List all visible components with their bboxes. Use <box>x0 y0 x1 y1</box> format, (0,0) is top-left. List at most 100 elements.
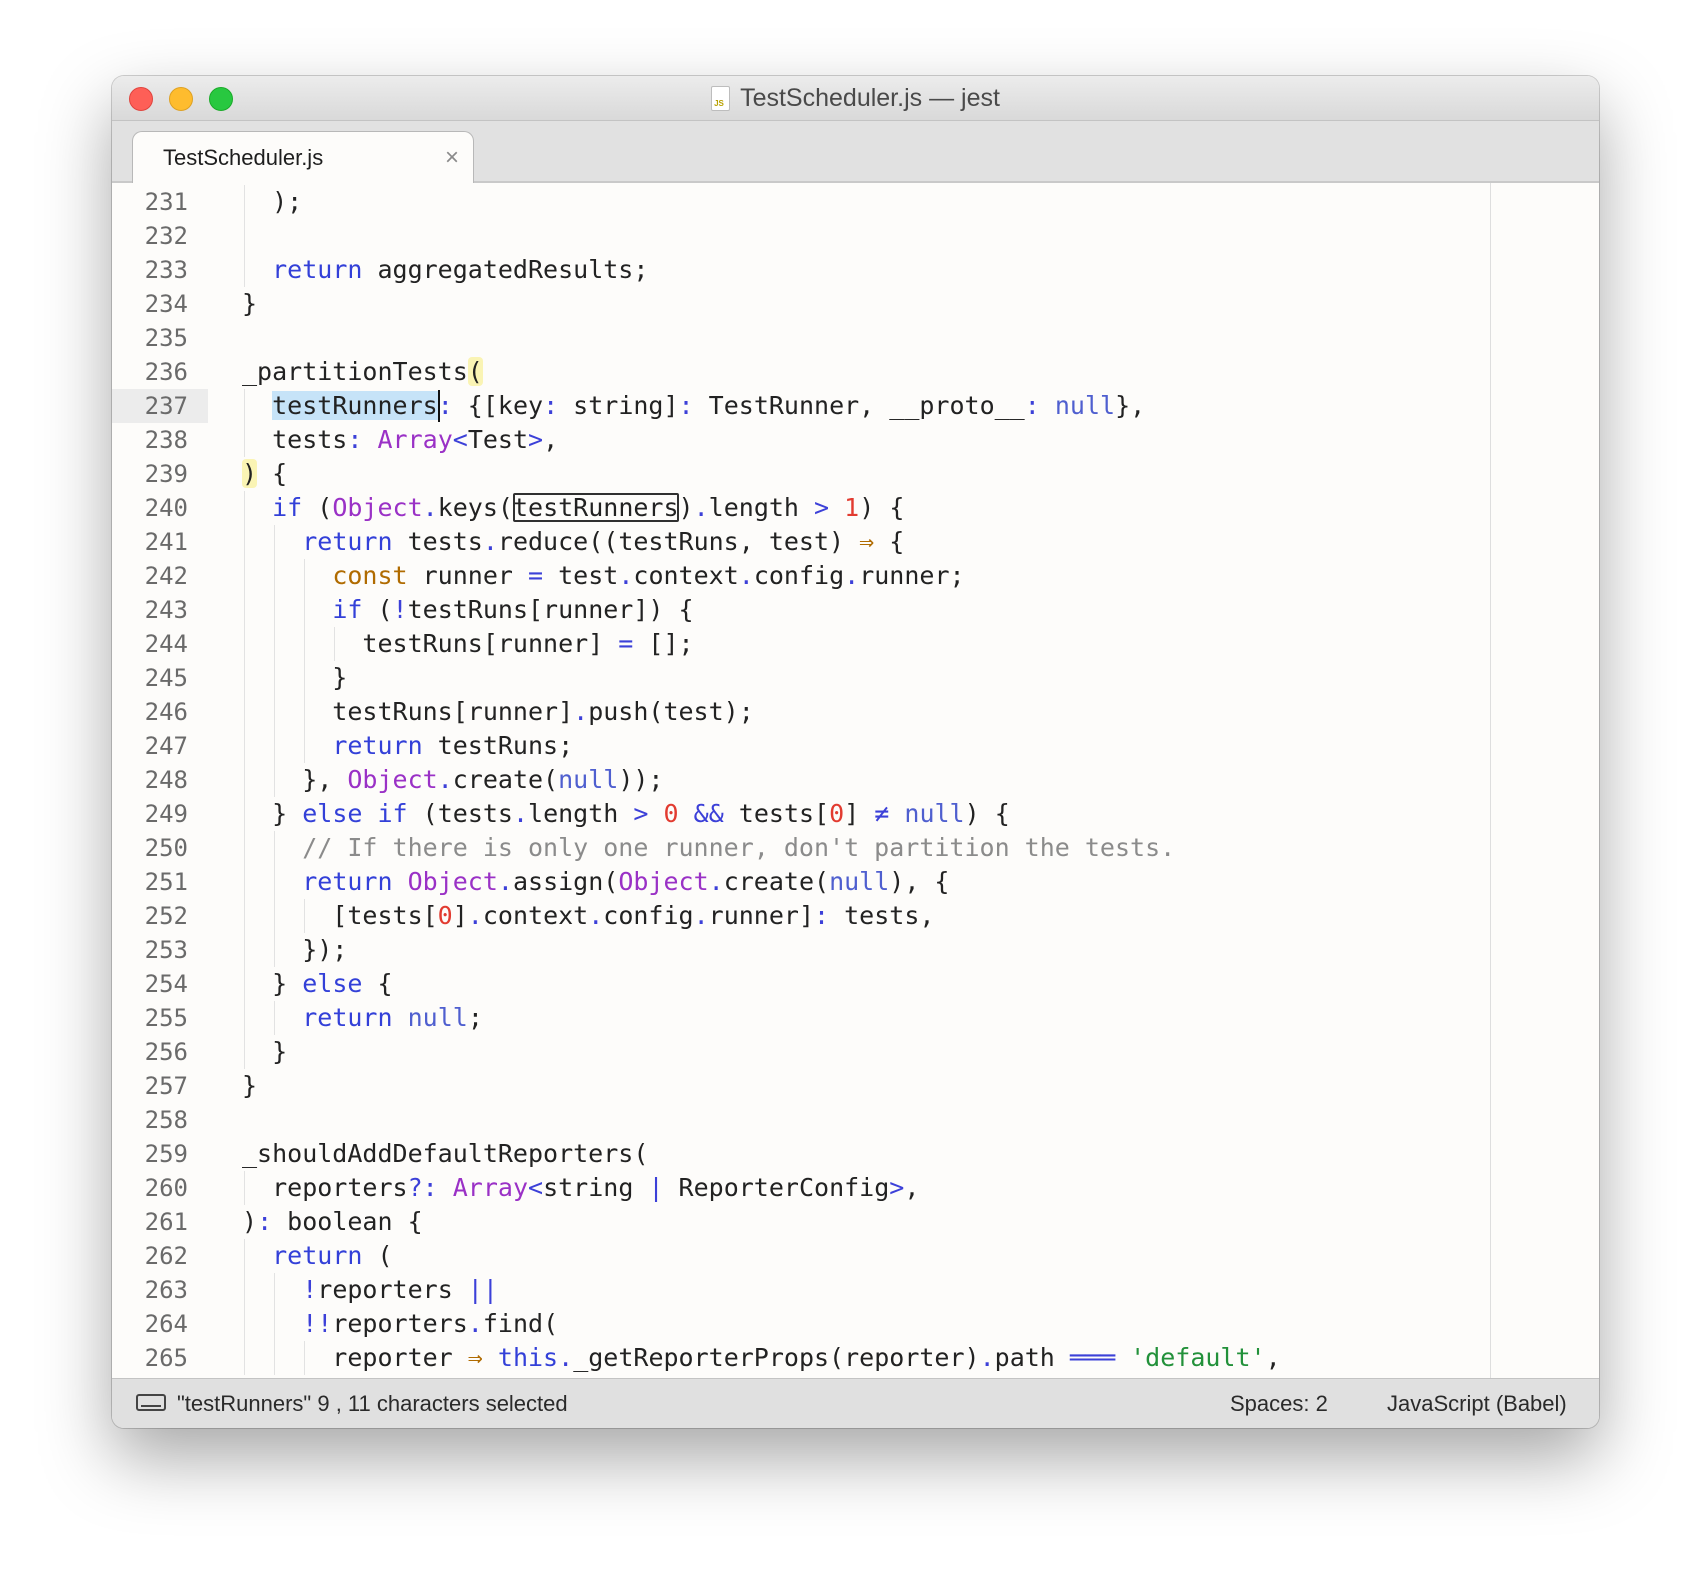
code-line[interactable]: 245 } <box>112 661 1599 695</box>
code-line[interactable]: 242 const runner = test.context.config.r… <box>112 559 1599 593</box>
code-text[interactable]: testRunners: {[key: string]: TestRunner,… <box>242 389 1145 423</box>
code-text[interactable]: testRuns[runner] = []; <box>242 627 693 661</box>
line-number: 254 <box>144 970 188 998</box>
code-text[interactable]: _partitionTests( <box>242 355 483 389</box>
code-text[interactable]: } <box>242 1035 287 1069</box>
code-line[interactable]: 262 return ( <box>112 1239 1599 1273</box>
title-bar[interactable]: JS TestScheduler.js — jest <box>112 76 1599 121</box>
line-number: 262 <box>144 1242 188 1270</box>
code-line[interactable]: 241 return tests.reduce((testRuns, test)… <box>112 525 1599 559</box>
code-line[interactable]: 260 reporters?: Array<string | ReporterC… <box>112 1171 1599 1205</box>
code-text[interactable]: !!reporters.find( <box>242 1307 558 1341</box>
code-line[interactable]: 240 if (Object.keys(testRunners).length … <box>112 491 1599 525</box>
text-cursor <box>437 390 440 422</box>
code-line[interactable]: 250 // If there is only one runner, don'… <box>112 831 1599 865</box>
other-occurrence: testRunners <box>512 493 679 522</box>
code-line[interactable]: 263 !reporters || <box>112 1273 1599 1307</box>
code-line[interactable]: 257} <box>112 1069 1599 1103</box>
code-line[interactable]: 237 testRunners: {[key: string]: TestRun… <box>112 389 1599 423</box>
code-text[interactable]: return testRuns; <box>242 729 573 763</box>
line-number: 241 <box>144 528 188 556</box>
indent-guide <box>304 899 306 933</box>
code-text[interactable]: if (!testRuns[runner]) { <box>242 593 693 627</box>
code-text[interactable]: return tests.reduce((testRuns, test) ⇒ { <box>242 525 904 559</box>
code-line[interactable]: 254 } else { <box>112 967 1599 1001</box>
code-line[interactable]: 253 }); <box>112 933 1599 967</box>
code-text[interactable]: _shouldAddDefaultReporters( <box>242 1137 648 1171</box>
code-line[interactable]: 249 } else if (tests.length > 0 && tests… <box>112 797 1599 831</box>
code-text[interactable]: } else if (tests.length > 0 && tests[0] … <box>242 797 1010 831</box>
code-line[interactable]: 256 } <box>112 1035 1599 1069</box>
line-number: 249 <box>144 800 188 828</box>
code-text[interactable]: testRuns[runner].push(test); <box>242 695 753 729</box>
indentation-selector[interactable]: Spaces: 2 <box>1230 1391 1328 1417</box>
line-number: 231 <box>144 188 188 216</box>
code-line[interactable]: 255 return null; <box>112 1001 1599 1035</box>
syntax-selector[interactable]: JavaScript (Babel) <box>1387 1391 1567 1417</box>
code-text[interactable]: return ( <box>242 1239 392 1273</box>
code-text[interactable]: reporter ⇒ this._getReporterProps(report… <box>242 1341 1280 1375</box>
code-line[interactable]: 252 [tests[0].context.config.runner]: te… <box>112 899 1599 933</box>
line-number: 256 <box>144 1038 188 1066</box>
code-text[interactable]: if (Object.keys(testRunners).length > 1)… <box>242 491 904 525</box>
code-line[interactable]: 238 tests: Array<Test>, <box>112 423 1599 457</box>
code-line[interactable]: 234} <box>112 287 1599 321</box>
code-text[interactable]: !reporters || <box>242 1273 498 1307</box>
code-text[interactable]: } <box>242 661 347 695</box>
indent-guide <box>244 185 245 287</box>
indent-guide <box>304 1341 306 1375</box>
line-number: 251 <box>144 868 188 896</box>
code-line[interactable]: 235 <box>112 321 1599 355</box>
code-text[interactable]: }); <box>242 933 347 967</box>
code-text[interactable]: }, Object.create(null)); <box>242 763 663 797</box>
selected-text: testRunners <box>272 391 438 420</box>
code-line[interactable]: 248 }, Object.create(null)); <box>112 763 1599 797</box>
code-text[interactable]: // If there is only one runner, don't pa… <box>242 831 1175 865</box>
code-text[interactable]: return Object.assign(Object.create(null)… <box>242 865 949 899</box>
code-text[interactable]: ): boolean { <box>242 1205 423 1239</box>
code-line[interactable]: 239 ) { <box>112 457 1599 491</box>
indent-guide <box>244 1239 245 1375</box>
line-number: 234 <box>144 290 188 318</box>
code-text[interactable]: } <box>242 1069 257 1103</box>
line-number: 257 <box>144 1072 188 1100</box>
code-text[interactable]: ) { <box>242 457 287 491</box>
code-line[interactable]: 247 return testRuns; <box>112 729 1599 763</box>
code-text[interactable]: } else { <box>242 967 392 1001</box>
tab-bar: TestScheduler.js × <box>112 121 1599 184</box>
code-text[interactable]: return aggregatedResults; <box>242 253 648 287</box>
line-number: 236 <box>144 358 188 386</box>
tab-testscheduler[interactable]: TestScheduler.js × <box>132 131 474 184</box>
code-line[interactable]: 265 reporter ⇒ this._getReporterProps(re… <box>112 1341 1599 1375</box>
code-line[interactable]: 236 _partitionTests( <box>112 355 1599 389</box>
code-line[interactable]: 246 testRuns[runner].push(test); <box>112 695 1599 729</box>
code-line[interactable]: 264 !!reporters.find( <box>112 1307 1599 1341</box>
code-line[interactable]: 259 _shouldAddDefaultReporters( <box>112 1137 1599 1171</box>
code-text[interactable]: tests: Array<Test>, <box>242 423 558 457</box>
code-line[interactable]: 231 ); <box>112 185 1599 219</box>
code-text[interactable]: [tests[0].context.config.runner]: tests, <box>242 899 934 933</box>
code-text[interactable]: reporters?: Array<string | ReporterConfi… <box>242 1171 919 1205</box>
window-title: JS TestScheduler.js — jest <box>112 76 1599 120</box>
line-number: 232 <box>144 222 188 250</box>
code-text[interactable]: ); <box>242 185 302 219</box>
code-line[interactable]: 233 return aggregatedResults; <box>112 253 1599 287</box>
code-line[interactable]: 261): boolean { <box>112 1205 1599 1239</box>
indent-guide <box>274 831 276 967</box>
code-text[interactable]: const runner = test.context.config.runne… <box>242 559 964 593</box>
code-editor[interactable]: 231 ); 232 233 return aggregatedResults; 23… <box>112 183 1599 1379</box>
code-text[interactable]: } <box>242 287 257 321</box>
line-number: 263 <box>144 1276 188 1304</box>
code-line[interactable]: 232 <box>112 219 1599 253</box>
code-line[interactable]: 243 if (!testRuns[runner]) { <box>112 593 1599 627</box>
line-number: 243 <box>144 596 188 624</box>
line-number: 245 <box>144 664 188 692</box>
close-tab-icon[interactable]: × <box>445 144 459 172</box>
line-number: 240 <box>144 494 188 522</box>
code-text[interactable]: return null; <box>242 1001 483 1035</box>
line-number: 253 <box>144 936 188 964</box>
line-number: 239 <box>144 460 188 488</box>
console-toggle-icon[interactable] <box>136 1394 166 1411</box>
code-line[interactable]: 258 <box>112 1103 1599 1137</box>
code-line[interactable]: 251 return Object.assign(Object.create(n… <box>112 865 1599 899</box>
